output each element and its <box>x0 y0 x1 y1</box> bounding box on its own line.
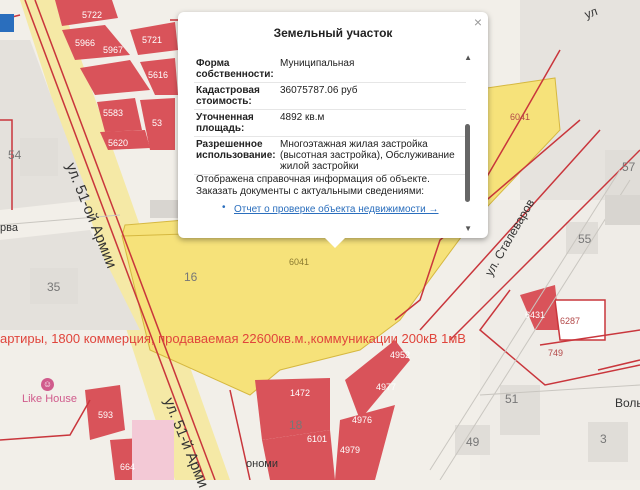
land-plot-popup: Земельный участок × Форма собственности:… <box>178 12 488 248</box>
property-key: Уточненная площадь: <box>194 109 278 137</box>
plot-number: 6431 <box>525 310 546 320</box>
plot-number: 664 <box>120 462 136 472</box>
building-number: 35 <box>47 280 61 294</box>
plot-number: 5721 <box>142 35 163 45</box>
plot-number: 6101 <box>307 434 328 444</box>
plot-number: 5722 <box>82 10 103 20</box>
street-label-left-fragment: рва <box>0 222 18 234</box>
building-number: 54 <box>8 148 22 162</box>
property-key: Форма собственности: <box>194 56 278 83</box>
plot-number: 5620 <box>108 138 129 148</box>
table-row: Форма собственности: Муниципальная <box>194 56 466 83</box>
property-key: Кадастровая стоимость: <box>194 82 278 110</box>
building-number: 51 <box>505 392 519 406</box>
table-row: Уточненная площадь: 4892 кв.м <box>194 109 466 137</box>
plot-number: 1472 <box>290 388 311 398</box>
plot-number: 6041 <box>510 112 531 122</box>
building-number: 55 <box>578 232 592 246</box>
property-table: Форма собственности: Муниципальная Кадас… <box>194 56 466 175</box>
property-report-link[interactable]: Отчет о проверке объекта недвижимости → <box>234 204 439 215</box>
property-value: Многоэтажная жилая застройка (высотная з… <box>278 136 466 175</box>
plot-number: 6287 <box>560 316 581 326</box>
table-row: Разрешенное использование: Многоэтажная … <box>194 136 466 175</box>
plot-number: 593 <box>98 410 114 420</box>
scrollbar-thumb[interactable] <box>465 124 470 202</box>
building-number: 3 <box>600 432 607 446</box>
plot-number: 53 <box>152 118 163 128</box>
plot-number: 5616 <box>148 70 169 80</box>
popup-title: Земельный участок <box>273 26 393 40</box>
plot-number: 5966 <box>75 38 96 48</box>
plot-number: 4979 <box>340 445 361 455</box>
plot-number: 6041 <box>289 257 310 267</box>
close-icon[interactable]: × <box>474 14 482 30</box>
scroll-down-icon[interactable]: ▼ <box>464 224 472 233</box>
plot-number: 749 <box>548 348 564 358</box>
property-value: Муниципальная <box>278 56 466 83</box>
plot-number: 5967 <box>103 45 124 55</box>
listing-description[interactable]: артиры, 1800 коммерция, продаваемая 2260… <box>0 331 466 346</box>
bottom-poi-label: ономи <box>246 458 279 470</box>
scroll-up-icon[interactable]: ▲ <box>464 53 472 62</box>
building-number: 57 <box>622 160 636 174</box>
plot-number: 4952 <box>390 350 411 360</box>
plot-number: 4976 <box>352 415 373 425</box>
table-row: Кадастровая стоимость: 36075787.06 руб <box>194 82 466 110</box>
popup-note: Отображена справочная информация об объе… <box>196 174 430 197</box>
map-control-button[interactable] <box>0 14 14 32</box>
property-key: Разрешенное использование: <box>194 136 278 175</box>
property-value: 36075787.06 руб <box>278 82 466 110</box>
plot-number: 4977 <box>376 382 397 392</box>
building-number: 16 <box>184 270 198 284</box>
building-number: 18 <box>289 418 303 432</box>
property-value: 4892 кв.м <box>278 109 466 137</box>
street-label-right: Вольс <box>615 396 640 410</box>
building-number: 49 <box>466 435 480 449</box>
poi-label[interactable]: Like House <box>22 393 77 405</box>
poi-marker-icon[interactable]: ☺ <box>41 378 54 391</box>
plot-number: 5583 <box>103 108 124 118</box>
bullet-icon: • <box>222 202 226 213</box>
